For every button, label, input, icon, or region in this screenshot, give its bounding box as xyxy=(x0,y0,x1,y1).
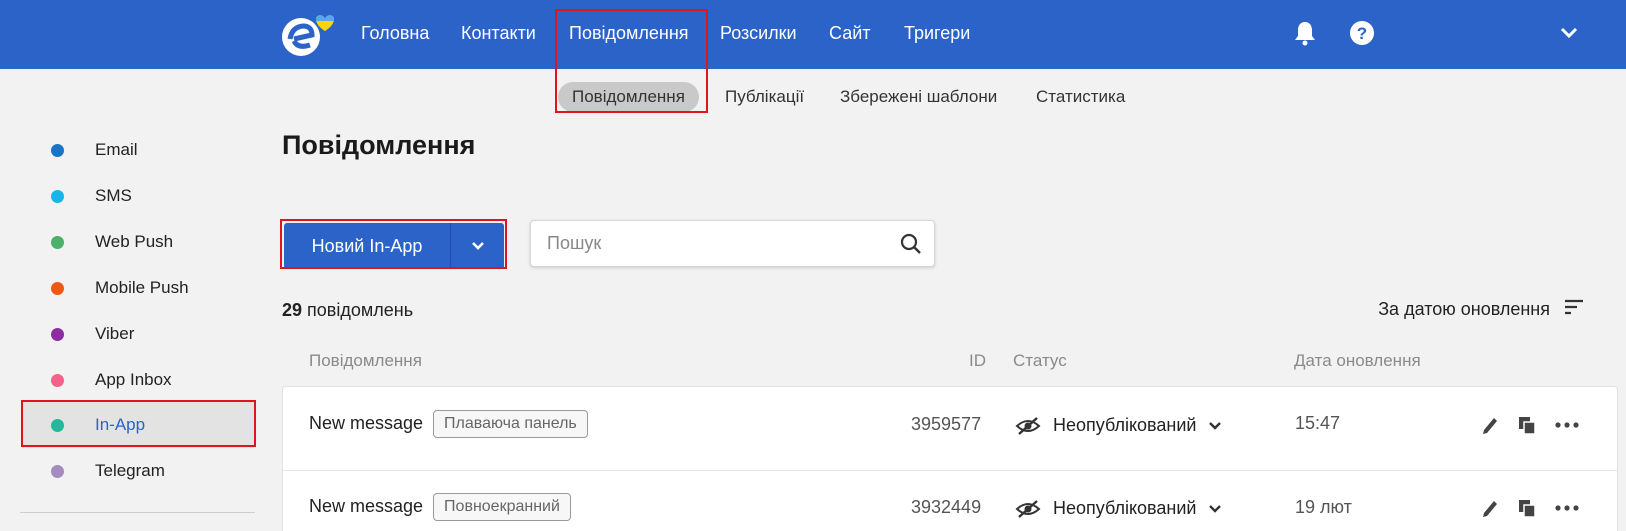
row-actions xyxy=(1481,498,1579,518)
status-label[interactable]: Неопублікований xyxy=(1053,415,1196,436)
column-header-status: Статус xyxy=(1013,351,1067,370)
nav-contacts[interactable]: Контакти xyxy=(461,0,536,69)
email-dot-icon xyxy=(51,143,64,157)
sort-icon[interactable] xyxy=(1564,299,1584,320)
sidebar-divider xyxy=(20,512,255,513)
sidebar-item-web-push[interactable]: Web Push xyxy=(22,219,254,265)
nav-site[interactable]: Сайт xyxy=(829,0,871,69)
new-dropdown-chevron-icon[interactable] xyxy=(451,223,504,269)
sidebar-item-label: In-App xyxy=(95,415,146,434)
sidebar-item-label: Viber xyxy=(95,324,135,343)
count-label: повідомлень xyxy=(307,300,414,320)
sort-control[interactable]: За датою оновлення xyxy=(1378,299,1584,320)
sms-dot-icon xyxy=(51,189,64,203)
message-name[interactable]: New message xyxy=(309,413,423,433)
subnav-saved-templates[interactable]: Збережені шаблони xyxy=(826,82,1011,112)
sort-label[interactable]: За датою оновлення xyxy=(1378,299,1550,320)
count-number: 29 xyxy=(282,300,303,320)
sidebar-item-label: Mobile Push xyxy=(95,278,189,297)
sidebar-item-app-inbox[interactable]: App Inbox xyxy=(22,357,254,403)
column-header-id: ID xyxy=(969,351,986,370)
sidebar-item-in-app[interactable]: In-App xyxy=(22,402,254,448)
app-inbox-dot-icon xyxy=(51,373,64,387)
subnav-statistics[interactable]: Статистика xyxy=(1022,82,1139,112)
sidebar-item-viber[interactable]: Viber xyxy=(22,311,254,357)
column-header-updated: Дата оновлення xyxy=(1294,351,1421,370)
message-name-cell[interactable]: New message Плаваюча панель xyxy=(309,410,588,438)
help-icon[interactable]: ? xyxy=(1347,18,1377,48)
copy-icon[interactable] xyxy=(1517,415,1537,435)
bell-icon[interactable] xyxy=(1290,18,1320,48)
new-in-app-label[interactable]: Новий In-App xyxy=(284,223,451,269)
search-box xyxy=(530,220,935,267)
nav-campaigns[interactable]: Розсилки xyxy=(720,0,797,69)
esputnik-logo[interactable] xyxy=(280,13,336,57)
page-title: Повідомлення xyxy=(282,130,476,160)
message-name-cell[interactable]: New message Повноекранний xyxy=(309,493,571,521)
in-app-dot-icon xyxy=(51,418,64,432)
status-dropdown[interactable]: Неопублікований xyxy=(1015,415,1222,436)
search-input[interactable] xyxy=(547,221,887,266)
status-label[interactable]: Неопублікований xyxy=(1053,498,1196,519)
chevron-down-icon[interactable] xyxy=(1208,421,1222,431)
more-options-icon[interactable] xyxy=(1555,504,1579,512)
copy-icon[interactable] xyxy=(1517,498,1537,518)
message-type-badge: Повноекранний xyxy=(433,493,571,521)
message-count: 29 повідомлень xyxy=(282,300,413,321)
table-row[interactable]: New message Плаваюча панель 3959577 Неопу… xyxy=(283,387,1617,470)
nav-triggers[interactable]: Тригери xyxy=(904,0,970,69)
viber-dot-icon xyxy=(51,327,64,341)
web-push-dot-icon xyxy=(51,235,64,249)
eye-slash-icon xyxy=(1015,499,1041,518)
account-menu-chevron-icon[interactable] xyxy=(1554,18,1584,48)
sidebar-item-label: Telegram xyxy=(95,461,165,480)
edit-pencil-icon[interactable] xyxy=(1481,415,1499,435)
edit-pencil-icon[interactable] xyxy=(1481,498,1499,518)
telegram-dot-icon xyxy=(51,464,64,478)
mobile-push-dot-icon xyxy=(51,281,64,295)
search-icon[interactable] xyxy=(900,233,922,260)
message-id: 3959577 xyxy=(911,414,982,434)
sidebar-item-label: SMS xyxy=(95,186,132,205)
message-type-badge: Плаваюча панель xyxy=(433,410,588,438)
nav-home[interactable]: Головна xyxy=(361,0,429,69)
more-options-icon[interactable] xyxy=(1555,421,1579,429)
sidebar-item-sms[interactable]: SMS xyxy=(22,173,254,219)
updated-date: 19 лют xyxy=(1295,497,1352,517)
messages-table: New message Плаваюча панель 3959577 Неопу… xyxy=(282,386,1618,531)
status-dropdown[interactable]: Неопублікований xyxy=(1015,498,1222,519)
column-header-message: Повідомлення xyxy=(309,351,422,370)
top-navigation-bar: Головна Контакти Повідомлення Розсилки С… xyxy=(0,0,1626,69)
sidebar-item-telegram[interactable]: Telegram xyxy=(22,448,254,494)
updated-date: 15:47 xyxy=(1295,413,1341,433)
message-id: 3932449 xyxy=(911,497,982,517)
chevron-down-icon[interactable] xyxy=(1208,504,1222,514)
new-in-app-button[interactable]: Новий In-App xyxy=(284,223,504,269)
sidebar-item-email[interactable]: Email xyxy=(22,127,254,173)
sidebar-item-label: Web Push xyxy=(95,232,174,251)
table-row[interactable]: New message Повноекранний 3932449 Неопубл… xyxy=(283,470,1617,531)
message-name[interactable]: New message xyxy=(309,496,423,516)
svg-text:?: ? xyxy=(1357,24,1367,43)
subnav-messages[interactable]: Повідомлення xyxy=(558,82,699,112)
sidebar-item-label: Email xyxy=(95,140,138,159)
sidebar-item-mobile-push[interactable]: Mobile Push xyxy=(22,265,254,311)
row-actions xyxy=(1481,415,1579,435)
sidebar-item-label: App Inbox xyxy=(95,370,172,389)
nav-messages[interactable]: Повідомлення xyxy=(569,0,689,69)
subnav-publications[interactable]: Публікації xyxy=(711,82,818,112)
eye-slash-icon xyxy=(1015,416,1041,435)
